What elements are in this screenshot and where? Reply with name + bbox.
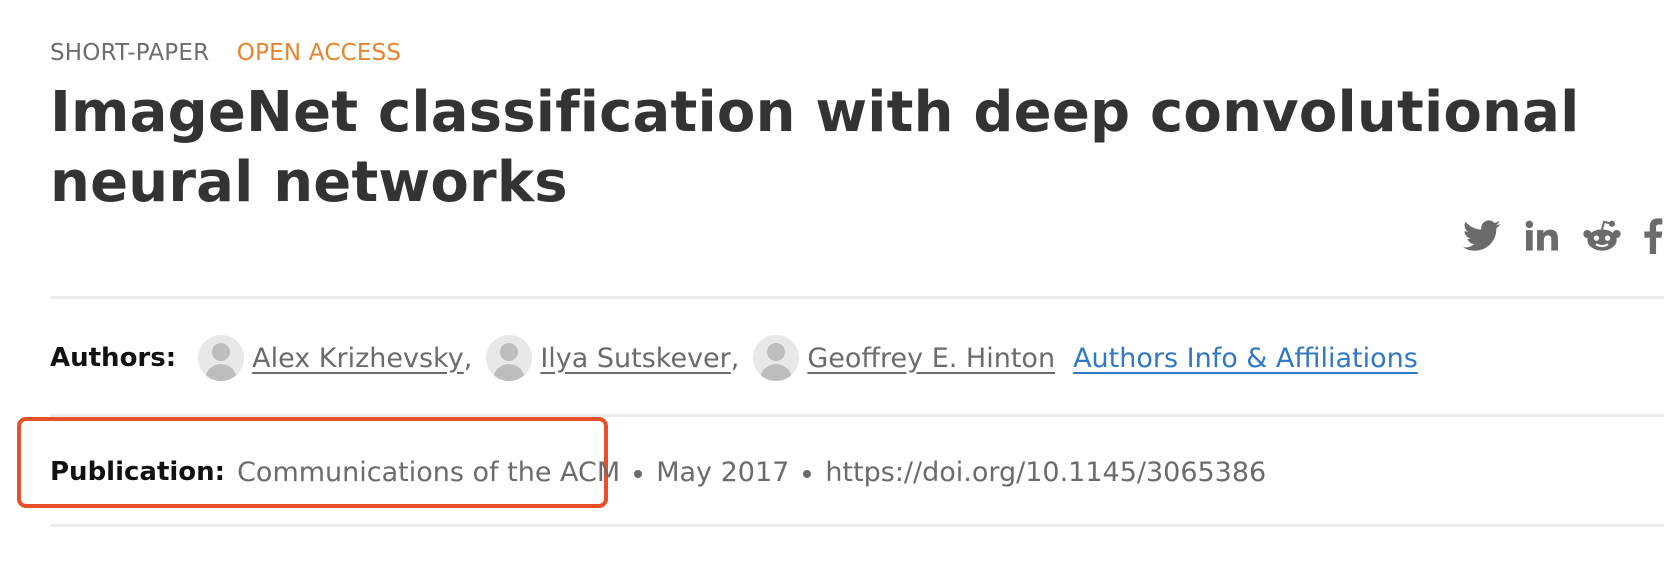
- authors-row: Authors: Alex Krizhevsky , Ilya Sutskeve…: [50, 334, 1418, 382]
- divider: [50, 524, 1664, 527]
- author-separator: ,: [463, 342, 473, 374]
- author-link[interactable]: Ilya Sutskever: [540, 343, 730, 374]
- author-item: Alex Krizhevsky ,: [198, 335, 486, 381]
- publication-row: Publication: Communications of the ACM M…: [50, 450, 1266, 494]
- journal-link[interactable]: Communications of the ACM: [237, 457, 620, 488]
- publication-label: Publication:: [50, 457, 226, 487]
- author-item: Geoffrey E. Hinton: [753, 335, 1055, 381]
- avatar: [753, 335, 800, 381]
- facebook-share-button[interactable]: [1642, 216, 1664, 256]
- bullet-separator: [803, 470, 812, 478]
- avatar: [486, 335, 533, 381]
- author-link[interactable]: Alex Krizhevsky: [252, 343, 464, 374]
- authors-affiliations-link[interactable]: Authors Info & Affiliations: [1073, 343, 1418, 374]
- publication-date: May 2017: [656, 456, 790, 488]
- twitter-share-button[interactable]: [1462, 216, 1502, 256]
- authors-label: Authors:: [50, 343, 177, 373]
- article-title: ImageNet classification with deep convol…: [50, 80, 1580, 215]
- twitter-icon: [1463, 220, 1501, 251]
- avatar: [198, 335, 245, 381]
- bullet-separator: [634, 470, 643, 478]
- reddit-icon: [1583, 220, 1621, 251]
- author-separator: ,: [730, 342, 740, 374]
- article-meta-row: SHORT-PAPER OPEN ACCESS: [50, 40, 401, 66]
- facebook-icon: [1644, 218, 1663, 254]
- divider: [50, 296, 1664, 299]
- author-link[interactable]: Geoffrey E. Hinton: [807, 343, 1055, 374]
- reddit-share-button[interactable]: [1582, 216, 1622, 256]
- linkedin-icon: [1525, 220, 1558, 251]
- author-item: Ilya Sutskever ,: [486, 335, 753, 381]
- share-bar: [1462, 216, 1664, 256]
- linkedin-share-button[interactable]: [1522, 216, 1562, 256]
- article-type-label: SHORT-PAPER: [50, 40, 210, 66]
- doi-link[interactable]: https://doi.org/10.1145/3065386: [825, 457, 1266, 488]
- open-access-badge: OPEN ACCESS: [236, 40, 402, 66]
